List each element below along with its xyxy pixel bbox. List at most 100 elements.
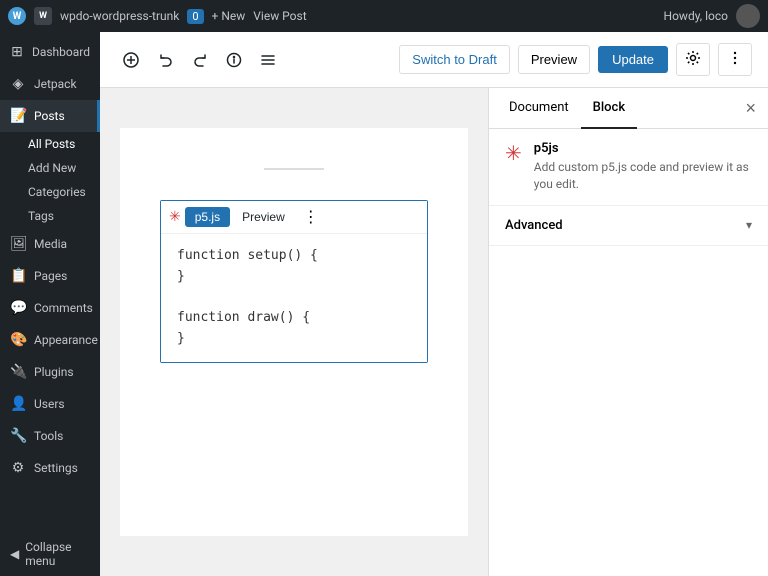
inspector-close-button[interactable]: × xyxy=(741,94,760,123)
block-toolbar: ✳ p5.js Preview ⋮ xyxy=(161,201,427,234)
preview-button[interactable]: Preview xyxy=(518,45,590,74)
plugins-icon: 🔌 xyxy=(10,364,26,380)
preview-tab[interactable]: Preview xyxy=(234,207,293,227)
p5js-tab-active[interactable]: p5.js xyxy=(185,207,230,227)
editor-canvas[interactable]: ✳ p5.js Preview ⋮ function setup() { } f… xyxy=(100,88,488,576)
block-info-text: p5js Add custom p5.js code and preview i… xyxy=(534,141,752,193)
undo-icon xyxy=(158,52,174,68)
settings-icon: ⚙ xyxy=(10,460,26,476)
info-icon xyxy=(226,52,242,68)
sidebar-item-label: Jetpack xyxy=(34,77,77,91)
sidebar-item-label: Settings xyxy=(34,461,78,475)
admin-bar-left: W W wpdo-wordpress-trunk 0 + New View Po… xyxy=(8,7,658,25)
admin-bar: W W wpdo-wordpress-trunk 0 + New View Po… xyxy=(0,0,768,32)
inspector-tabs: Document Block × xyxy=(489,88,768,129)
sidebar-item-label: Dashboard xyxy=(32,45,90,59)
code-editor[interactable]: function setup() { } function draw() { } xyxy=(161,234,427,362)
canvas-content: ✳ p5.js Preview ⋮ function setup() { } f… xyxy=(120,128,468,536)
block-info-description: Add custom p5.js code and preview it as … xyxy=(534,159,752,193)
admin-bar-right: Howdy, loco xyxy=(664,4,760,28)
collapse-menu-label: Collapse menu xyxy=(25,540,90,568)
tab-document[interactable]: Document xyxy=(497,88,581,129)
tools-menu-button[interactable] xyxy=(254,46,282,74)
toolbar-left xyxy=(116,45,391,75)
collapse-menu-button[interactable]: ◀ Collapse menu xyxy=(0,532,100,576)
sidebar-item-tools[interactable]: 🔧 Tools xyxy=(0,420,100,452)
collapse-arrow-icon: ◀ xyxy=(10,547,19,561)
advanced-section-header[interactable]: Advanced ▾ xyxy=(489,206,768,245)
info-button[interactable] xyxy=(220,46,248,74)
tab-block[interactable]: Block xyxy=(581,88,637,129)
redo-icon xyxy=(192,52,208,68)
sidebar-item-jetpack[interactable]: ◈ Jetpack xyxy=(0,68,100,100)
p5js-block[interactable]: ✳ p5.js Preview ⋮ function setup() { } f… xyxy=(160,200,428,363)
media-icon: 🖼 xyxy=(10,236,26,252)
avatar xyxy=(736,4,760,28)
toolbar-right: Switch to Draft Preview Update xyxy=(399,43,752,76)
posts-icon: 📝 xyxy=(10,108,26,124)
block-more-options-button[interactable]: ⋮ xyxy=(297,205,325,229)
block-info-section: ✳ p5js Add custom p5.js code and preview… xyxy=(489,129,768,206)
site-name[interactable]: wpdo-wordpress-trunk xyxy=(60,9,179,23)
users-icon: 👤 xyxy=(10,396,26,412)
sidebar-item-label: Tools xyxy=(34,429,63,443)
editor-toolbar: Switch to Draft Preview Update xyxy=(100,32,768,88)
sidebar-item-settings[interactable]: ⚙ Settings xyxy=(0,452,100,484)
advanced-section: Advanced ▾ xyxy=(489,206,768,246)
appearance-icon: 🎨 xyxy=(10,332,26,348)
sidebar-sub-add-new[interactable]: Add New xyxy=(0,156,100,180)
settings-gear-icon xyxy=(685,50,701,66)
advanced-chevron-icon: ▾ xyxy=(746,218,752,232)
view-post-link[interactable]: View Post xyxy=(253,9,306,23)
howdy-text: Howdy, loco xyxy=(664,9,728,23)
sidebar-item-label: Posts xyxy=(34,109,65,123)
editor-area: Switch to Draft Preview Update xyxy=(100,32,768,576)
code-content: function setup() { } function draw() { } xyxy=(177,246,411,350)
undo-button[interactable] xyxy=(152,46,180,74)
categories-label: Categories xyxy=(28,185,86,199)
sidebar-item-label: Plugins xyxy=(34,365,74,379)
tools-icon: 🔧 xyxy=(10,428,26,444)
inspector-panel: Document Block × ✳ p5js Add custom p5.js… xyxy=(488,88,768,576)
post-title-divider xyxy=(264,168,324,170)
sidebar-item-label: Appearance xyxy=(34,333,98,347)
sidebar-item-posts[interactable]: 📝 Posts xyxy=(0,100,100,132)
settings-toggle-button[interactable] xyxy=(676,43,710,76)
sidebar-item-dashboard[interactable]: ⊞ Dashboard xyxy=(0,36,100,68)
sidebar: ⊞ Dashboard ◈ Jetpack 📝 Posts All Posts … xyxy=(0,32,100,576)
sidebar-item-users[interactable]: 👤 Users xyxy=(0,388,100,420)
hamburger-icon xyxy=(260,52,276,68)
redo-button[interactable] xyxy=(186,46,214,74)
sidebar-item-media[interactable]: 🖼 Media xyxy=(0,228,100,260)
wp-logo-icon: W xyxy=(8,7,26,25)
add-new-label: Add New xyxy=(28,161,76,175)
site-icon: W xyxy=(34,7,52,25)
comments-icon: 💬 xyxy=(10,300,26,316)
comment-count[interactable]: 0 xyxy=(187,9,203,24)
all-posts-label: All Posts xyxy=(28,137,75,151)
more-options-button[interactable] xyxy=(718,43,752,76)
plus-in-circle-icon xyxy=(122,51,140,69)
dashboard-icon: ⊞ xyxy=(10,44,24,60)
sidebar-item-label: Comments xyxy=(34,301,93,315)
tags-label: Tags xyxy=(28,209,54,223)
sidebar-item-comments[interactable]: 💬 Comments xyxy=(0,292,100,324)
switch-to-draft-button[interactable]: Switch to Draft xyxy=(399,45,510,74)
sidebar-item-pages[interactable]: 📋 Pages xyxy=(0,260,100,292)
sidebar-sub-tags[interactable]: Tags xyxy=(0,204,100,228)
editor-content-row: ✳ p5.js Preview ⋮ function setup() { } f… xyxy=(100,88,768,576)
block-info-name: p5js xyxy=(534,141,752,156)
main-layout: ⊞ Dashboard ◈ Jetpack 📝 Posts All Posts … xyxy=(0,32,768,576)
block-info-icon: ✳ xyxy=(505,141,522,165)
sidebar-item-plugins[interactable]: 🔌 Plugins xyxy=(0,356,100,388)
new-link[interactable]: + New xyxy=(212,9,246,23)
jetpack-icon: ◈ xyxy=(10,76,26,92)
p5js-block-icon: ✳ xyxy=(169,209,181,225)
sidebar-item-label: Pages xyxy=(34,269,67,283)
sidebar-sub-categories[interactable]: Categories xyxy=(0,180,100,204)
block-inserter-button[interactable] xyxy=(116,45,146,75)
update-button[interactable]: Update xyxy=(598,46,668,73)
sidebar-item-appearance[interactable]: 🎨 Appearance xyxy=(0,324,100,356)
advanced-section-label: Advanced xyxy=(505,218,563,233)
sidebar-sub-all-posts[interactable]: All Posts xyxy=(0,132,100,156)
